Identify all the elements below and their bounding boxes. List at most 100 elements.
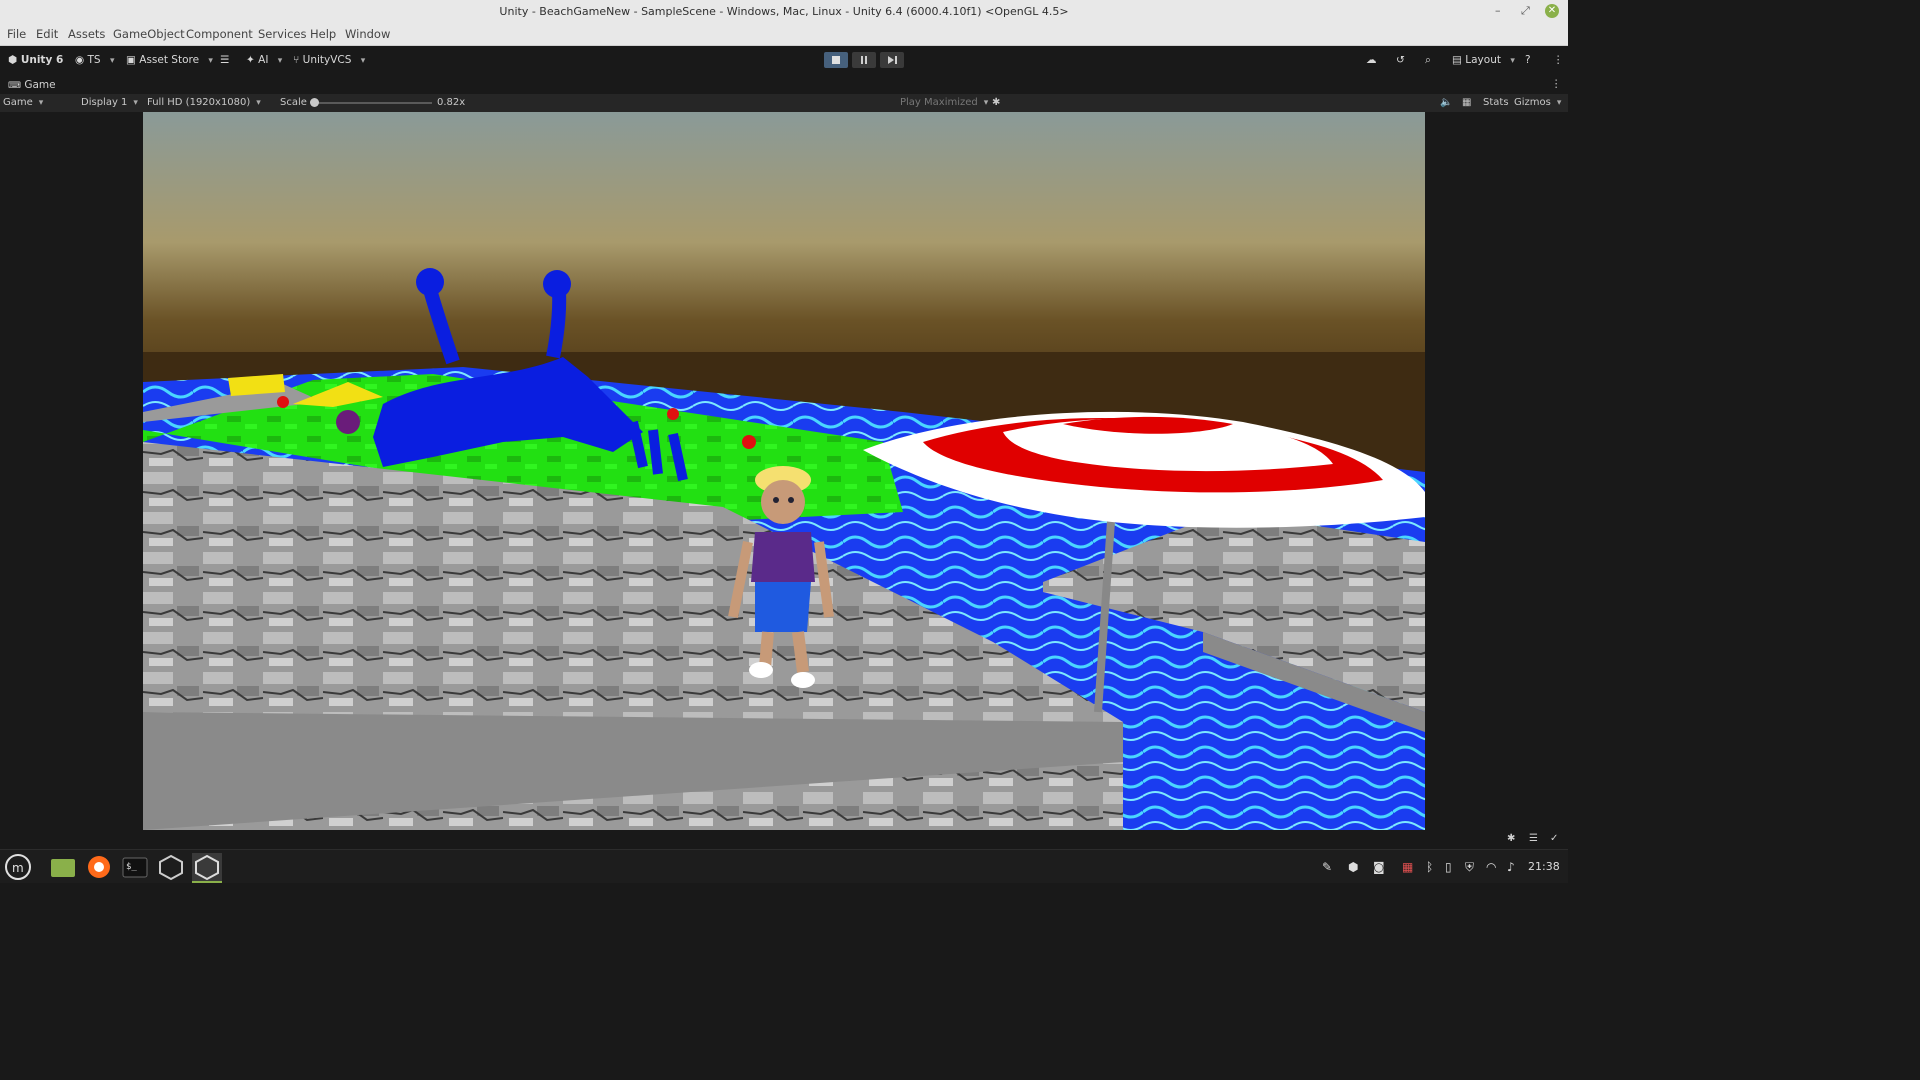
vcs-label: UnityVCS — [302, 54, 352, 66]
more-icon: ⋮ — [1553, 54, 1564, 66]
menu-help[interactable]: Help — [310, 27, 336, 41]
history-button[interactable]: ↺ — [1396, 54, 1405, 66]
asset-store-dropdown[interactable]: ▣ Asset Store — [126, 54, 213, 66]
menu-gameobject[interactable]: GameObject — [113, 27, 185, 41]
status-bar: ✱ ☰ ✓ — [0, 830, 1568, 849]
bluetooth-icon[interactable]: ᛒ — [1426, 860, 1433, 874]
tab-game[interactable]: ⌨ Game — [8, 79, 56, 91]
asset-store-label: Asset Store — [139, 54, 200, 66]
discord-icon[interactable]: ◙ — [1373, 860, 1385, 874]
play-button[interactable] — [824, 52, 848, 68]
branch-icon: ⑂ — [293, 54, 300, 66]
game-view-toolbar: Game Display 1 Full HD (1920x1080) Scale… — [0, 94, 1568, 112]
clipboard-icon[interactable]: ▯ — [1445, 860, 1452, 874]
more-button[interactable]: ⋮ — [1553, 54, 1564, 66]
layout-label: Layout — [1465, 54, 1501, 66]
package-icon: ☰ — [220, 54, 230, 66]
layers-icon[interactable]: ☰ — [1529, 833, 1538, 844]
cart-icon: ▣ — [126, 54, 136, 66]
history-icon: ↺ — [1396, 54, 1405, 66]
menu-services[interactable]: Services — [258, 27, 307, 41]
help-icon: ? — [1525, 54, 1531, 66]
menu-window[interactable]: Window — [345, 27, 390, 41]
unity-editor-icon — [195, 854, 219, 881]
stats-button[interactable]: Stats — [1483, 97, 1509, 108]
menu-assets[interactable]: Assets — [68, 27, 105, 41]
layout-dropdown[interactable]: ▤ Layout — [1452, 54, 1515, 66]
ai-dropdown[interactable]: ✦ AI — [246, 54, 282, 66]
unity-hub-button[interactable] — [156, 853, 186, 881]
mint-menu-button[interactable]: m — [3, 853, 33, 881]
scale-label: Scale — [280, 97, 307, 108]
tab-game-label: Game — [24, 79, 56, 91]
search-icon: ⌕ — [1425, 54, 1431, 66]
network-icon[interactable]: ✱ — [1507, 833, 1515, 844]
audio-button[interactable]: 🔈 — [1440, 97, 1452, 108]
resolution-select-value: Full HD (1920x1080) — [147, 97, 251, 108]
tab-more-button[interactable]: ⋮ — [1551, 78, 1562, 90]
vcs-dropdown[interactable]: ⑂ UnityVCS — [293, 54, 365, 66]
cloud-icon: ☁ — [1366, 54, 1377, 66]
clock[interactable]: 21:38 — [1528, 860, 1560, 873]
step-icon — [888, 56, 897, 64]
gizmos-button[interactable]: Gizmos — [1514, 97, 1561, 108]
beach-scene-image — [143, 112, 1425, 830]
bug-button[interactable]: ✱ — [992, 97, 1000, 108]
scale-value: 0.82x — [437, 97, 466, 108]
play-mode-value: Play Maximized — [900, 97, 978, 108]
svg-text:$_: $_ — [126, 862, 137, 872]
unity-tray-icon[interactable]: ⬢ — [1348, 860, 1358, 874]
shield-icon[interactable]: ⛨ — [1465, 860, 1474, 875]
bug-icon: ✱ — [992, 97, 1001, 108]
stop-icon — [832, 56, 840, 64]
minimize-button[interactable]: – — [1495, 4, 1501, 17]
view-select-value: Game — [3, 97, 33, 108]
cloud-button[interactable]: ☁ — [1366, 54, 1377, 66]
display-select-value: Display 1 — [81, 97, 128, 108]
more-icon: ⋮ — [1551, 78, 1562, 90]
play-mode-select[interactable]: Play Maximized — [900, 97, 988, 108]
package-button[interactable]: ☰ — [220, 54, 229, 66]
menu-edit[interactable]: Edit — [36, 27, 58, 41]
resolution-select[interactable]: Full HD (1920x1080) — [147, 97, 261, 108]
search-button[interactable]: ⌕ — [1425, 54, 1431, 67]
unity-version-label: Unity 6 — [20, 54, 64, 66]
layout-icon: ▤ — [1452, 54, 1462, 66]
mint-menu-icon: m — [5, 854, 31, 880]
scale-slider-handle[interactable] — [310, 98, 319, 107]
volume-icon[interactable]: ♪ — [1507, 860, 1515, 874]
firefox-icon — [88, 856, 110, 878]
audio-icon: 🔈 — [1440, 97, 1453, 108]
game-view-render[interactable] — [143, 112, 1425, 830]
pause-button[interactable] — [852, 52, 876, 68]
keyboard-button[interactable]: ▦ — [1462, 97, 1471, 108]
unity-logo-icon: ⬢ — [8, 54, 18, 66]
unity-editor-button[interactable] — [192, 853, 222, 883]
feather-icon[interactable]: ✎ — [1322, 860, 1332, 874]
os-taskbar: m $_ ✎ ⬢ ◙ ▦ ᛒ ▯ ⛨ ◠ ♪ 21:38 — [0, 849, 1568, 883]
display-select[interactable]: Display 1 — [81, 97, 138, 108]
firefox-button[interactable] — [84, 853, 114, 881]
keyboard-icon: ▦ — [1462, 97, 1472, 108]
account-label: TS — [87, 54, 101, 66]
unity-account-button[interactable]: ⬢ Unity 6 — [8, 54, 63, 66]
menu-component[interactable]: Component — [186, 27, 253, 41]
files-icon — [51, 859, 75, 877]
account-dropdown[interactable]: ◉ TS — [75, 54, 114, 66]
scale-slider-track[interactable] — [314, 102, 432, 104]
maximize-button[interactable]: ⤢ — [1521, 4, 1530, 18]
terminal-button[interactable]: $_ — [120, 853, 150, 881]
ai-label: AI — [258, 54, 269, 66]
wifi-icon[interactable]: ◠ — [1486, 860, 1496, 874]
calendar-icon[interactable]: ▦ — [1402, 860, 1413, 874]
unity-hub-icon — [159, 854, 183, 881]
help-button[interactable]: ? — [1525, 54, 1531, 66]
check-icon[interactable]: ✓ — [1550, 833, 1558, 844]
step-button[interactable] — [880, 52, 904, 68]
files-button[interactable] — [48, 853, 78, 881]
ai-sparkle-icon: ✦ — [246, 54, 255, 66]
close-button[interactable]: ✕ — [1545, 4, 1559, 18]
view-select[interactable]: Game — [3, 97, 69, 108]
svg-text:m: m — [12, 861, 24, 875]
menu-file[interactable]: File — [7, 27, 26, 41]
